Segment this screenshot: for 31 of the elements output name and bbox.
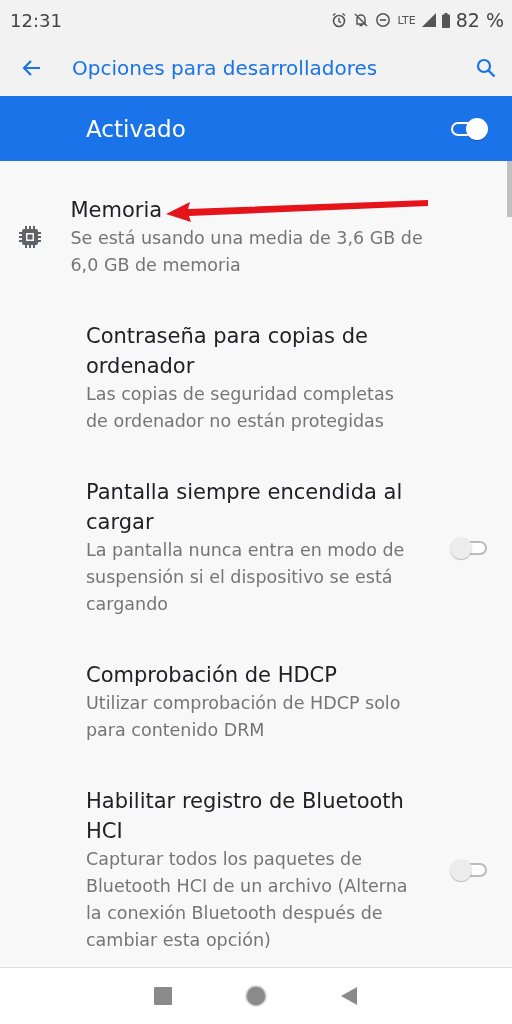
scrollbar	[507, 161, 512, 217]
signal-icon	[421, 13, 436, 27]
chip-icon	[17, 224, 44, 250]
setting-summary: Capturar todos los paquetes de Bluetooth HCI de un archivo (Alterna la conexión Bluetooth después de cambiar esta opción)	[86, 848, 409, 952]
network-type: LTE	[397, 13, 416, 27]
back-nav-button[interactable]	[339, 986, 359, 1006]
alarm-icon	[331, 12, 348, 28]
setting-summary: Las copias de seguridad completas de ordenador no están protegidas	[86, 383, 395, 433]
recents-button[interactable]	[153, 986, 173, 1006]
setting-summary: Utilizar comprobación de HDCP solo para contenido DRM	[86, 692, 402, 742]
settings-item[interactable]: Memoria Se está usando una media de 3,6 GB de 6,0 GB de memoria	[0, 183, 512, 309]
status-time: 12:31	[10, 9, 62, 31]
setting-title: Memoria	[70, 197, 163, 224]
page-title: Opciones para desarrolladores	[72, 56, 379, 80]
setting-title: Habilitar registro de Bluetooth HCI	[86, 788, 405, 845]
do-not-disturb-icon	[375, 12, 392, 28]
setting-title: Pantalla siempre encendida al cargar	[86, 479, 404, 536]
settings-item[interactable]: Contraseña para copias de ordenador Las copias de seguridad completas de ordenador no están protegidas	[0, 309, 512, 465]
setting-summary: La pantalla nunca entra en modo de suspensión si el dispositivo se está cargando	[86, 539, 406, 616]
home-button[interactable]	[245, 985, 267, 1007]
search-button[interactable]	[474, 56, 498, 80]
settings-item[interactable]: Comprobación de HDCP Utilizar comprobación de HDCP solo para contenido DRM	[0, 648, 512, 774]
settings-item[interactable]: Pantalla siempre encendida al cargar La pantalla nunca entra en modo de suspensión si el dispositivo se está cargando	[0, 465, 512, 648]
setting-title: Contraseña para copias de ordenador	[86, 323, 369, 380]
muted-bell-icon	[353, 12, 370, 28]
master-switch-label: Activado	[86, 115, 186, 142]
battery-icon	[441, 12, 450, 28]
settings-item[interactable]: Habilitar registro de Bluetooth HCI Capturar todos los paquetes de Bluetooth HCI de un archivo (Alterna la conexión Bluetooth después de cambiar esta opción)	[0, 774, 512, 967]
battery-percent: 82 %	[455, 9, 504, 31]
setting-title: Comprobación de HDCP	[86, 662, 337, 689]
setting-summary: Se está usando una media de 3,6 GB de 6,0 GB de memoria	[70, 227, 424, 277]
